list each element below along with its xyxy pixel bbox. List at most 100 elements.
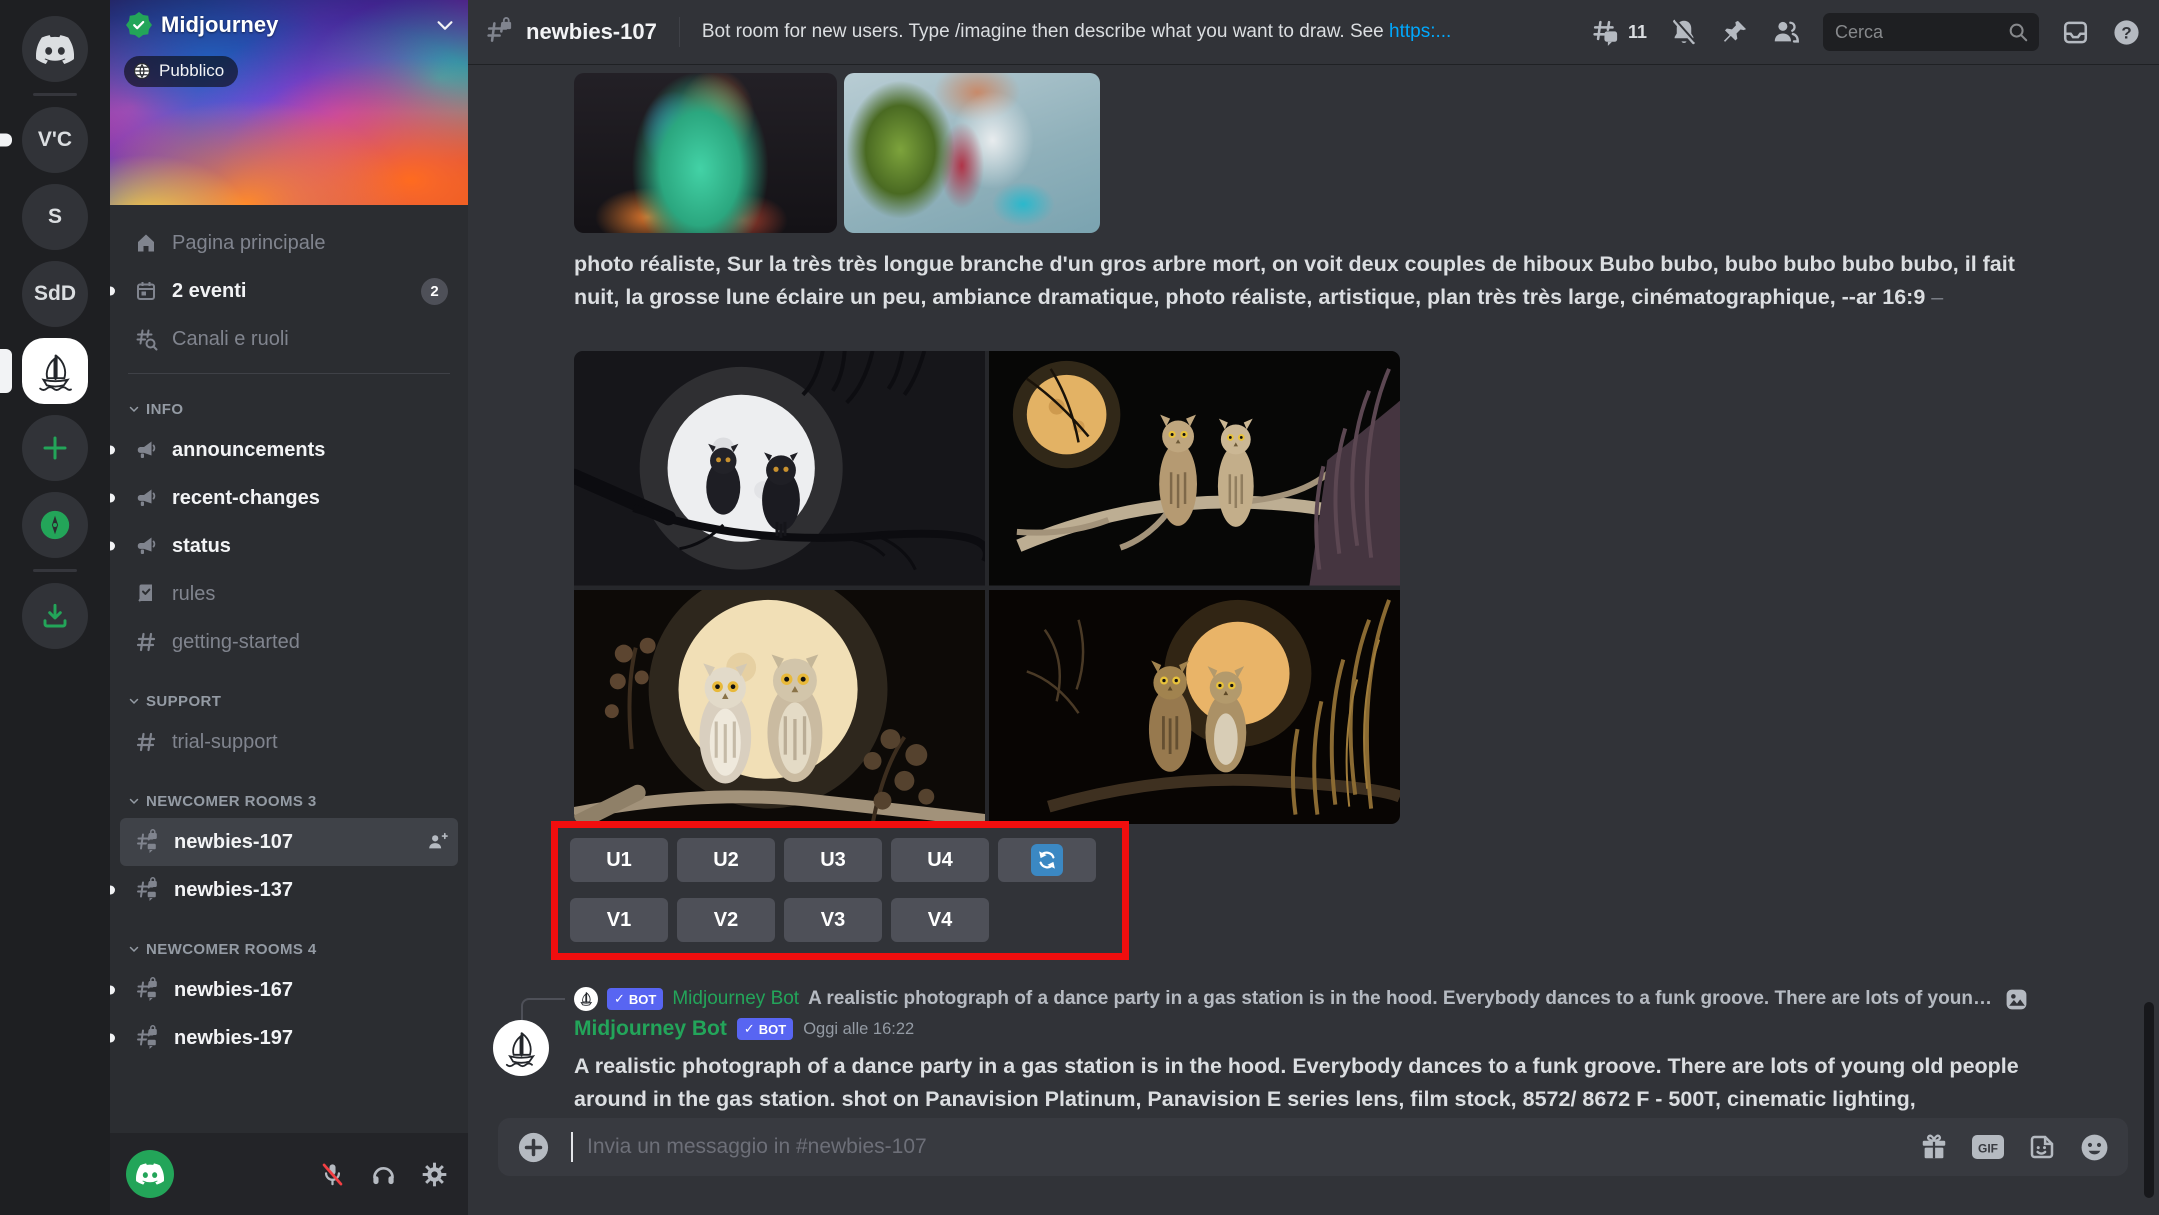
server-header[interactable]: Midjourney [126, 12, 456, 38]
section-newcomer-rooms-3[interactable]: NEWCOMER ROOMS 3 [120, 784, 458, 818]
topic-link[interactable]: https:... [1389, 21, 1451, 42]
main-area: newbies-107 Bot room for new users. Type… [468, 0, 2159, 1215]
hash-lock-chat-icon [134, 829, 160, 855]
channel-rules[interactable]: rules [120, 570, 458, 618]
bot-avatar[interactable] [493, 1020, 549, 1076]
sidebar-item-home[interactable]: Pagina principale [120, 219, 458, 267]
channel-announcements[interactable]: announcements [120, 426, 458, 474]
search-input[interactable] [1835, 22, 1999, 43]
channel-getting-started[interactable]: getting-started [120, 618, 458, 666]
section-info[interactable]: INFO [120, 392, 458, 426]
pinned-messages-icon[interactable] [1721, 18, 1749, 46]
server-initials: SdD [34, 282, 76, 306]
discord-home-button[interactable] [22, 16, 88, 82]
composer-actions: GIF [1919, 1132, 2110, 1163]
message-text-line-1: A realistic photograph of a dance party … [574, 1054, 2134, 1079]
sidebar-item-events[interactable]: 2 eventi 2 [120, 267, 458, 315]
headphones-icon[interactable] [370, 1161, 397, 1188]
calendar-icon [134, 279, 158, 303]
mic-muted-icon[interactable] [319, 1161, 346, 1188]
server-banner[interactable]: Midjourney Pubblico [110, 0, 468, 205]
unread-dot [110, 986, 115, 995]
threads-icon[interactable] [1590, 17, 1620, 47]
channel-newbies-137[interactable]: newbies-137 [120, 866, 458, 914]
channel-status[interactable]: status [120, 522, 458, 570]
unread-dot [110, 1034, 115, 1043]
u1-button[interactable]: U1 [570, 838, 668, 882]
hash-icon [134, 730, 158, 754]
gif-label: GIF [1978, 1142, 1998, 1156]
reply-preview-text[interactable]: A realistic photograph of a dance party … [808, 988, 1995, 1010]
channel-newbies-107[interactable]: newbies-107 [120, 818, 458, 866]
chat-area: photo réaliste, Sur la très très longue … [468, 64, 2159, 1215]
chevron-down-icon [434, 14, 456, 36]
u3-button[interactable]: U3 [784, 838, 882, 882]
search-box[interactable] [1823, 13, 2039, 51]
verified-check: ✓ [744, 1021, 755, 1037]
reply-reference[interactable]: ✓BOT Midjourney Bot A realistic photogra… [574, 984, 2029, 1014]
gift-icon[interactable] [1919, 1132, 1949, 1162]
events-count-badge: 2 [421, 278, 448, 305]
reroll-button[interactable] [998, 838, 1096, 882]
discord-logo-icon [136, 1163, 164, 1185]
notifications-muted-icon[interactable] [1669, 17, 1699, 47]
sidebar-item-channels-roles[interactable]: Canali e ruoli [120, 315, 458, 363]
channel-trial-support[interactable]: trial-support [120, 718, 458, 766]
server-vc[interactable]: V'C [22, 107, 88, 173]
user-avatar[interactable] [126, 1150, 174, 1198]
server-sdd[interactable]: SdD [22, 261, 88, 327]
section-label: SUPPORT [146, 693, 221, 710]
message-author[interactable]: Midjourney Bot [574, 1017, 727, 1041]
bot-badge-label: BOT [629, 992, 656, 1007]
section-support[interactable]: SUPPORT [120, 684, 458, 718]
topbar-actions: 11 ? [1590, 13, 2141, 51]
v3-button[interactable]: V3 [784, 898, 882, 942]
attachment-image[interactable] [574, 73, 837, 233]
inbox-icon[interactable] [2061, 18, 2090, 47]
generated-image-grid[interactable] [574, 351, 1400, 824]
server-s[interactable]: S [22, 184, 88, 250]
v1-button[interactable]: V1 [570, 898, 668, 942]
channel-newbies-197[interactable]: newbies-197 [120, 1014, 458, 1062]
sailboat-icon [33, 349, 77, 393]
channel-label: newbies-167 [174, 979, 448, 1002]
add-server-button[interactable] [22, 415, 88, 481]
owl-image-top-left [574, 351, 985, 586]
create-invite-icon[interactable] [426, 831, 448, 853]
bot-badge-label: BOT [759, 1022, 786, 1037]
message-composer[interactable]: GIF [498, 1118, 2128, 1176]
channel-recent-changes[interactable]: recent-changes [120, 474, 458, 522]
reply-author[interactable]: Midjourney Bot [672, 988, 799, 1010]
emoji-picker-icon[interactable] [2079, 1132, 2110, 1163]
owl-image-top-right [989, 351, 1400, 586]
megaphone-icon [134, 486, 158, 510]
v4-button[interactable]: V4 [891, 898, 989, 942]
message-input[interactable] [587, 1135, 1905, 1159]
u2-button[interactable]: U2 [677, 838, 775, 882]
attachment-image[interactable] [844, 73, 1100, 233]
sticker-icon[interactable] [2027, 1132, 2057, 1162]
channel-topic[interactable]: Bot room for new users. Type /imagine th… [702, 21, 1452, 43]
search-icon [2007, 21, 2029, 43]
attach-plus-icon[interactable] [516, 1130, 551, 1165]
chat-scrollbar-thumb[interactable] [2144, 1002, 2154, 1198]
public-badge-label: Pubblico [159, 61, 224, 81]
download-apps-button[interactable] [22, 583, 88, 649]
chevron-down-icon [128, 943, 140, 955]
server-midjourney[interactable] [22, 338, 88, 404]
section-label: INFO [146, 401, 183, 418]
member-list-icon[interactable] [1771, 17, 1801, 47]
user-controls [319, 1161, 448, 1188]
reply-bot-avatar[interactable] [574, 987, 598, 1011]
u4-button[interactable]: U4 [891, 838, 989, 882]
section-newcomer-rooms-4[interactable]: NEWCOMER ROOMS 4 [120, 932, 458, 966]
help-icon[interactable]: ? [2112, 18, 2141, 47]
settings-gear-icon[interactable] [421, 1161, 448, 1188]
v2-button[interactable]: V2 [677, 898, 775, 942]
thread-count: 11 [1628, 22, 1647, 43]
svg-text:?: ? [2121, 23, 2131, 42]
channel-newbies-167[interactable]: newbies-167 [120, 966, 458, 1014]
bot-badge: ✓ BOT [737, 1018, 793, 1040]
explore-servers-button[interactable] [22, 492, 88, 558]
gif-picker-icon[interactable]: GIF [1971, 1133, 2005, 1161]
